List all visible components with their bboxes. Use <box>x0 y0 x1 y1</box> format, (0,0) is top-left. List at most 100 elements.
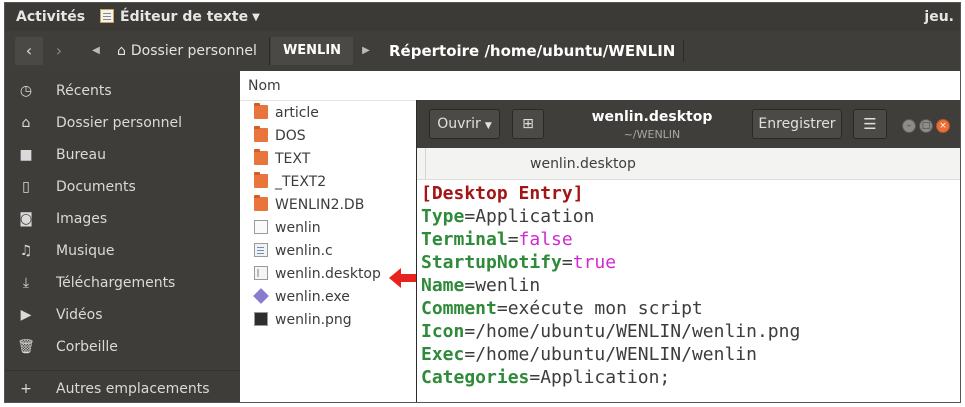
sidebar-item-images[interactable]: ◙ Images <box>5 203 240 235</box>
entry-value: false <box>518 229 573 250</box>
sidebar-item-musique[interactable]: ♫ Musique <box>5 235 240 267</box>
screenshot-frame: Activités Éditeur de texte ▼ jeu. ‹ › ◀ ⌂… <box>4 2 961 403</box>
entry-key: StartupNotify <box>421 252 562 273</box>
file-icon <box>254 220 268 234</box>
back-button[interactable]: ‹ <box>15 37 43 65</box>
plus-icon: + <box>20 381 32 397</box>
file-item[interactable]: wenlin.c <box>254 240 333 263</box>
editor-header: Ouvrir ▼ ⊞ wenlin.desktop ~/WENLIN Enregi… <box>417 100 960 148</box>
sidebar-item-label: Documents <box>56 179 136 195</box>
camera-icon: ◙ <box>19 211 33 227</box>
sidebar-item-label: Autres emplacements <box>56 381 210 397</box>
trash-icon: 🗑 <box>17 339 35 355</box>
entry-key: Name <box>421 275 465 296</box>
file-name: DOS <box>275 128 306 144</box>
file-item[interactable]: article <box>254 102 319 125</box>
file-name: wenlin <box>275 220 321 236</box>
sidebar-item-recents[interactable]: ◷ Récents <box>5 75 240 107</box>
file-name: wenlin.desktop <box>275 266 381 282</box>
entry-value: exécute mon script <box>507 298 703 319</box>
forward-button[interactable]: › <box>45 37 73 65</box>
chevron-right-icon: › <box>55 41 63 60</box>
sidebar-item-label: Bureau <box>56 147 106 163</box>
path-current-button[interactable]: WENLIN <box>271 37 353 65</box>
code-line: Name=wenlin <box>421 275 541 296</box>
file-item[interactable]: wenlin.exe <box>253 286 350 309</box>
entry-key: Type <box>421 206 465 227</box>
open-label: Ouvrir <box>437 116 481 132</box>
menu-button[interactable]: ☰ <box>853 109 887 139</box>
text-editor-window: Ouvrir ▼ ⊞ wenlin.desktop ~/WENLIN Enregi… <box>416 100 960 402</box>
folder-icon <box>254 149 268 165</box>
file-name: wenlin.exe <box>275 289 350 305</box>
sidebar-item-documents[interactable]: ▯ Documents <box>5 171 240 203</box>
sidebar-item-corbeille[interactable]: 🗑 Corbeille <box>5 331 240 363</box>
sidebar-item-label: Musique <box>56 243 115 259</box>
chevron-left-icon: ‹ <box>25 41 33 60</box>
column-header-name[interactable]: Nom <box>240 71 960 101</box>
red-arrow-pointer-icon <box>389 268 417 288</box>
file-name: TEXT <box>275 151 311 167</box>
entry-value: wenlin <box>475 275 541 296</box>
home-icon: ⌂ <box>117 43 126 59</box>
sidebar-divider <box>5 370 240 371</box>
activities-button[interactable]: Activités <box>16 9 85 25</box>
path-scroll-left-icon[interactable]: ◀ <box>88 37 104 65</box>
code-line: Type=Application <box>421 206 595 227</box>
file-item[interactable]: wenlin.png <box>254 309 352 332</box>
sidebar-item-videos[interactable]: ▶ Vidéos <box>5 299 240 331</box>
entry-key: Exec <box>421 344 465 365</box>
code-line: Icon=/home/ubuntu/WENLIN/wenlin.png <box>421 321 801 342</box>
home-icon: ⌂ <box>21 115 31 131</box>
folder-icon <box>254 172 268 188</box>
open-button[interactable]: Ouvrir ▼ <box>429 109 500 139</box>
file-item[interactable]: DOS <box>254 125 306 148</box>
path-home-button[interactable]: ⌂ Dossier personnel <box>109 37 270 65</box>
folder-icon <box>254 195 268 211</box>
sidebar-item-other-locations[interactable]: + Autres emplacements <box>5 373 240 402</box>
nautilus-header: ‹ › ◀ ⌂ Dossier personnel WENLIN ▶ Répert… <box>5 31 960 71</box>
file-name: _TEXT2 <box>275 174 327 190</box>
file-name: wenlin.c <box>275 243 333 259</box>
chevron-down-icon: ▼ <box>484 121 492 131</box>
chevron-down-icon: ▼ <box>252 12 260 23</box>
close-icon[interactable]: × <box>936 119 950 133</box>
minimize-icon[interactable]: – <box>902 119 916 133</box>
tab-wenlin-desktop[interactable]: wenlin.desktop <box>425 148 960 180</box>
sidebar: ◷ Récents ⌂ Dossier personnel ■ Bureau ▯… <box>5 71 240 402</box>
entry-value: /home/ubuntu/WENLIN/wenlin.png <box>475 321 801 342</box>
sidebar-item-bureau[interactable]: ■ Bureau <box>5 139 240 171</box>
path-scroll-right-icon[interactable]: ▶ <box>358 37 374 65</box>
sidebar-item-telechargements[interactable]: ⤓ Téléchargements <box>5 267 240 299</box>
entry-value: true <box>572 252 617 273</box>
file-item[interactable]: TEXT <box>254 148 310 171</box>
folder-icon: ■ <box>19 147 33 163</box>
entry-value: Application <box>475 206 595 227</box>
file-item[interactable]: WENLIN2.DB <box>254 194 364 217</box>
file-name: wenlin.png <box>275 312 352 328</box>
sidebar-item-label: Récents <box>56 83 112 99</box>
code-line: Terminal=false <box>421 229 573 250</box>
folder-icon <box>254 103 268 119</box>
file-item[interactable]: _TEXT2 <box>254 171 326 194</box>
sidebar-item-home[interactable]: ⌂ Dossier personnel <box>5 107 240 139</box>
clock-icon: ◷ <box>19 83 33 99</box>
download-icon: ⤓ <box>22 275 30 291</box>
file-name: article <box>275 105 319 121</box>
editor-tab-bar: wenlin.desktop <box>417 148 960 180</box>
maximize-icon[interactable]: □ <box>919 119 933 133</box>
file-item[interactable]: wenlin <box>254 217 321 240</box>
music-icon: ♫ <box>19 243 33 259</box>
video-icon: ▶ <box>20 307 32 323</box>
entry-value: Application; <box>540 367 671 388</box>
clock[interactable]: jeu. <box>924 9 954 25</box>
new-tab-button[interactable]: ⊞ <box>512 109 544 139</box>
app-menu[interactable]: Éditeur de texte ▼ <box>100 9 260 25</box>
editor-text-area[interactable]: [Desktop Entry] Type=Application Termina… <box>417 182 960 402</box>
file-name: WENLIN2.DB <box>275 197 365 213</box>
hamburger-icon: ☰ <box>863 115 877 133</box>
file-item[interactable]: wenlin.desktop <box>254 263 381 286</box>
entry-key: Terminal <box>421 229 508 250</box>
save-button[interactable]: Enregistrer <box>752 109 842 139</box>
sidebar-item-label: Vidéos <box>56 307 103 323</box>
